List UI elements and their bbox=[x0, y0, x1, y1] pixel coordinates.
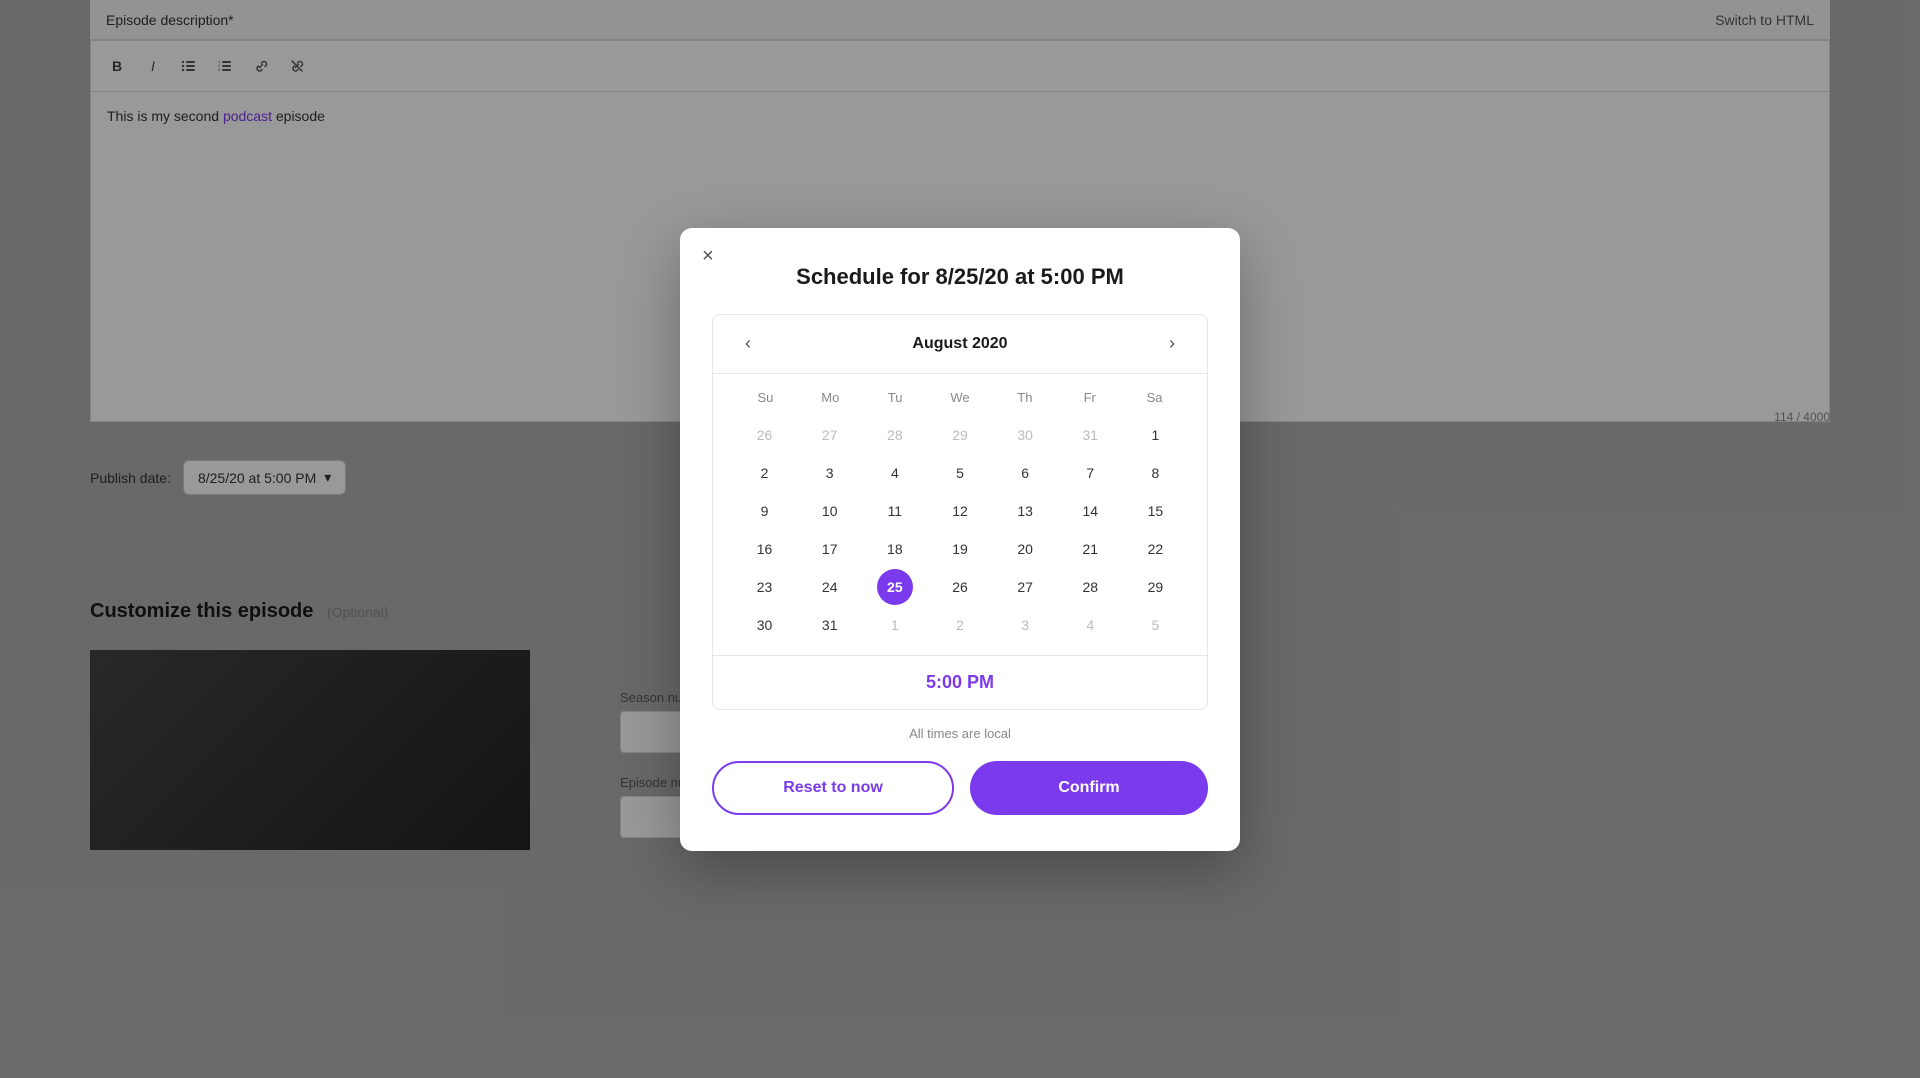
modal-title: Schedule for 8/25/20 at 5:00 PM bbox=[712, 264, 1208, 290]
calendar-day[interactable]: 31 bbox=[1072, 417, 1108, 453]
calendar-weekday: Su bbox=[733, 386, 798, 409]
calendar-day[interactable]: 11 bbox=[877, 493, 913, 529]
calendar: ‹ August 2020 › SuMoTuWeThFrSa 262728293… bbox=[712, 314, 1208, 710]
reset-to-now-button[interactable]: Reset to now bbox=[712, 761, 954, 815]
calendar-day[interactable]: 18 bbox=[877, 531, 913, 567]
calendar-weekday: Fr bbox=[1057, 386, 1122, 409]
calendar-day[interactable]: 3 bbox=[812, 455, 848, 491]
calendar-day[interactable]: 9 bbox=[747, 493, 783, 529]
modal-overlay: × Schedule for 8/25/20 at 5:00 PM ‹ Augu… bbox=[0, 0, 1920, 1078]
calendar-day[interactable]: 12 bbox=[942, 493, 978, 529]
calendar-day[interactable]: 3 bbox=[1007, 607, 1043, 643]
calendar-weekdays: SuMoTuWeThFrSa bbox=[733, 386, 1187, 409]
calendar-day[interactable]: 5 bbox=[1137, 607, 1173, 643]
calendar-day[interactable]: 7 bbox=[1072, 455, 1108, 491]
calendar-weekday: Tu bbox=[863, 386, 928, 409]
schedule-modal: × Schedule for 8/25/20 at 5:00 PM ‹ Augu… bbox=[680, 228, 1240, 851]
chevron-right-icon: › bbox=[1169, 333, 1175, 354]
calendar-day[interactable]: 4 bbox=[1072, 607, 1108, 643]
calendar-day[interactable]: 23 bbox=[747, 569, 783, 605]
calendar-day[interactable]: 30 bbox=[1007, 417, 1043, 453]
calendar-day[interactable]: 1 bbox=[877, 607, 913, 643]
calendar-day[interactable]: 4 bbox=[877, 455, 913, 491]
calendar-day[interactable]: 28 bbox=[1072, 569, 1108, 605]
calendar-day[interactable]: 20 bbox=[1007, 531, 1043, 567]
modal-close-button[interactable]: × bbox=[702, 246, 714, 266]
calendar-day[interactable]: 2 bbox=[747, 455, 783, 491]
calendar-day[interactable]: 29 bbox=[942, 417, 978, 453]
time-display[interactable]: 5:00 PM bbox=[713, 655, 1207, 709]
calendar-day[interactable]: 10 bbox=[812, 493, 848, 529]
calendar-day[interactable]: 13 bbox=[1007, 493, 1043, 529]
calendar-weekday: We bbox=[928, 386, 993, 409]
calendar-month-year: August 2020 bbox=[912, 335, 1007, 353]
chevron-left-icon: ‹ bbox=[745, 333, 751, 354]
calendar-day[interactable]: 31 bbox=[812, 607, 848, 643]
calendar-day[interactable]: 26 bbox=[747, 417, 783, 453]
calendar-day[interactable]: 27 bbox=[812, 417, 848, 453]
calendar-day[interactable]: 8 bbox=[1137, 455, 1173, 491]
calendar-day[interactable]: 15 bbox=[1137, 493, 1173, 529]
calendar-weekday: Mo bbox=[798, 386, 863, 409]
modal-buttons: Reset to now Confirm bbox=[712, 761, 1208, 815]
calendar-day[interactable]: 16 bbox=[747, 531, 783, 567]
calendar-day[interactable]: 30 bbox=[747, 607, 783, 643]
confirm-button[interactable]: Confirm bbox=[970, 761, 1208, 815]
calendar-day[interactable]: 22 bbox=[1137, 531, 1173, 567]
calendar-day[interactable]: 28 bbox=[877, 417, 913, 453]
calendar-day[interactable]: 21 bbox=[1072, 531, 1108, 567]
calendar-header: ‹ August 2020 › bbox=[713, 315, 1207, 374]
calendar-prev-button[interactable]: ‹ bbox=[733, 329, 763, 359]
calendar-weekday: Th bbox=[992, 386, 1057, 409]
calendar-day[interactable]: 5 bbox=[942, 455, 978, 491]
calendar-grid: SuMoTuWeThFrSa 2627282930311234567891011… bbox=[713, 374, 1207, 655]
calendar-day[interactable]: 27 bbox=[1007, 569, 1043, 605]
calendar-day[interactable]: 26 bbox=[942, 569, 978, 605]
calendar-day[interactable]: 2 bbox=[942, 607, 978, 643]
calendar-next-button[interactable]: › bbox=[1157, 329, 1187, 359]
calendar-day[interactable]: 19 bbox=[942, 531, 978, 567]
calendar-day[interactable]: 17 bbox=[812, 531, 848, 567]
calendar-day[interactable]: 29 bbox=[1137, 569, 1173, 605]
calendar-day[interactable]: 24 bbox=[812, 569, 848, 605]
calendar-days: 2627282930311234567891011121314151617181… bbox=[733, 417, 1187, 643]
calendar-day[interactable]: 1 bbox=[1137, 417, 1173, 453]
calendar-day[interactable]: 6 bbox=[1007, 455, 1043, 491]
calendar-weekday: Sa bbox=[1122, 386, 1187, 409]
calendar-day[interactable]: 14 bbox=[1072, 493, 1108, 529]
close-icon: × bbox=[702, 245, 714, 267]
local-time-note: All times are local bbox=[712, 726, 1208, 741]
calendar-day[interactable]: 25 bbox=[877, 569, 913, 605]
